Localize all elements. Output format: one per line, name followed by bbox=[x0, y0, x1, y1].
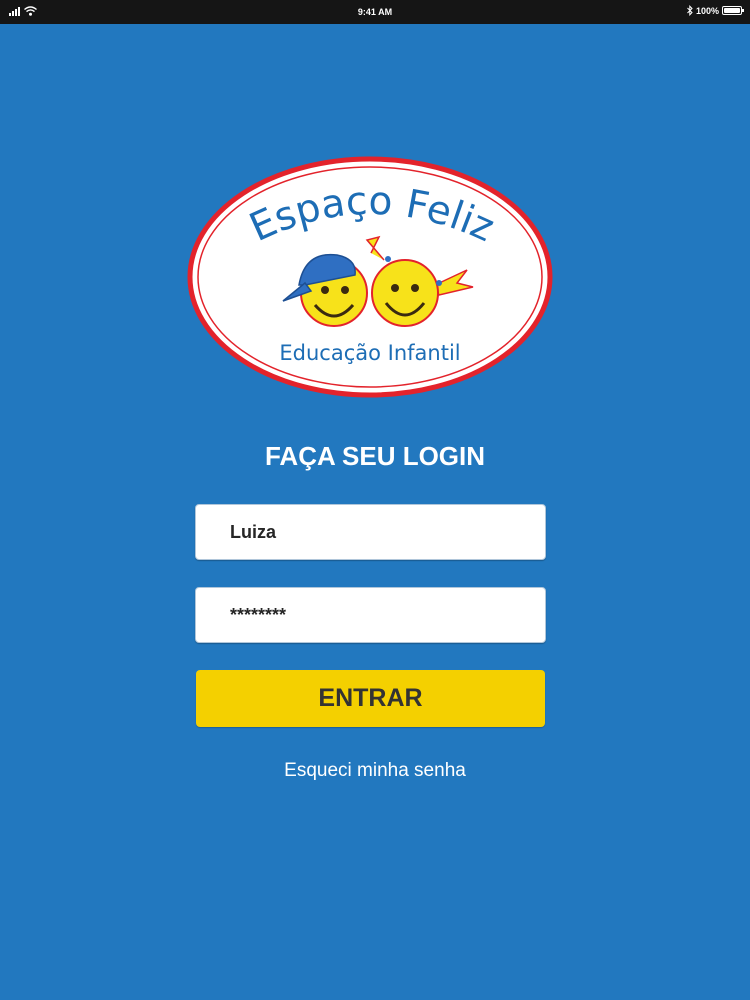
login-heading: FAÇA SEU LOGIN bbox=[264, 441, 486, 471]
status-bar: 9:41 AM 100% bbox=[0, 0, 750, 24]
username-input[interactable] bbox=[195, 504, 546, 560]
bluetooth-icon bbox=[687, 5, 693, 16]
enter-button[interactable]: ENTRAR bbox=[196, 670, 545, 727]
battery-icon bbox=[722, 6, 744, 15]
password-input[interactable] bbox=[195, 587, 546, 643]
status-time: 9:41 AM bbox=[357, 7, 393, 17]
battery-fill bbox=[724, 8, 740, 13]
status-right: 100% bbox=[687, 5, 744, 16]
logo-subtitle: Educação Infantil bbox=[279, 341, 460, 365]
forgot-password-link[interactable]: Esqueci minha senha bbox=[0, 760, 750, 782]
espaco-feliz-logo: Espaço Feliz Educação Infantil bbox=[187, 156, 553, 398]
login-screen: 9:41 AM 100% Espaço Feliz Educação Infan… bbox=[0, 0, 750, 1000]
battery-percent: 100% bbox=[695, 5, 719, 16]
